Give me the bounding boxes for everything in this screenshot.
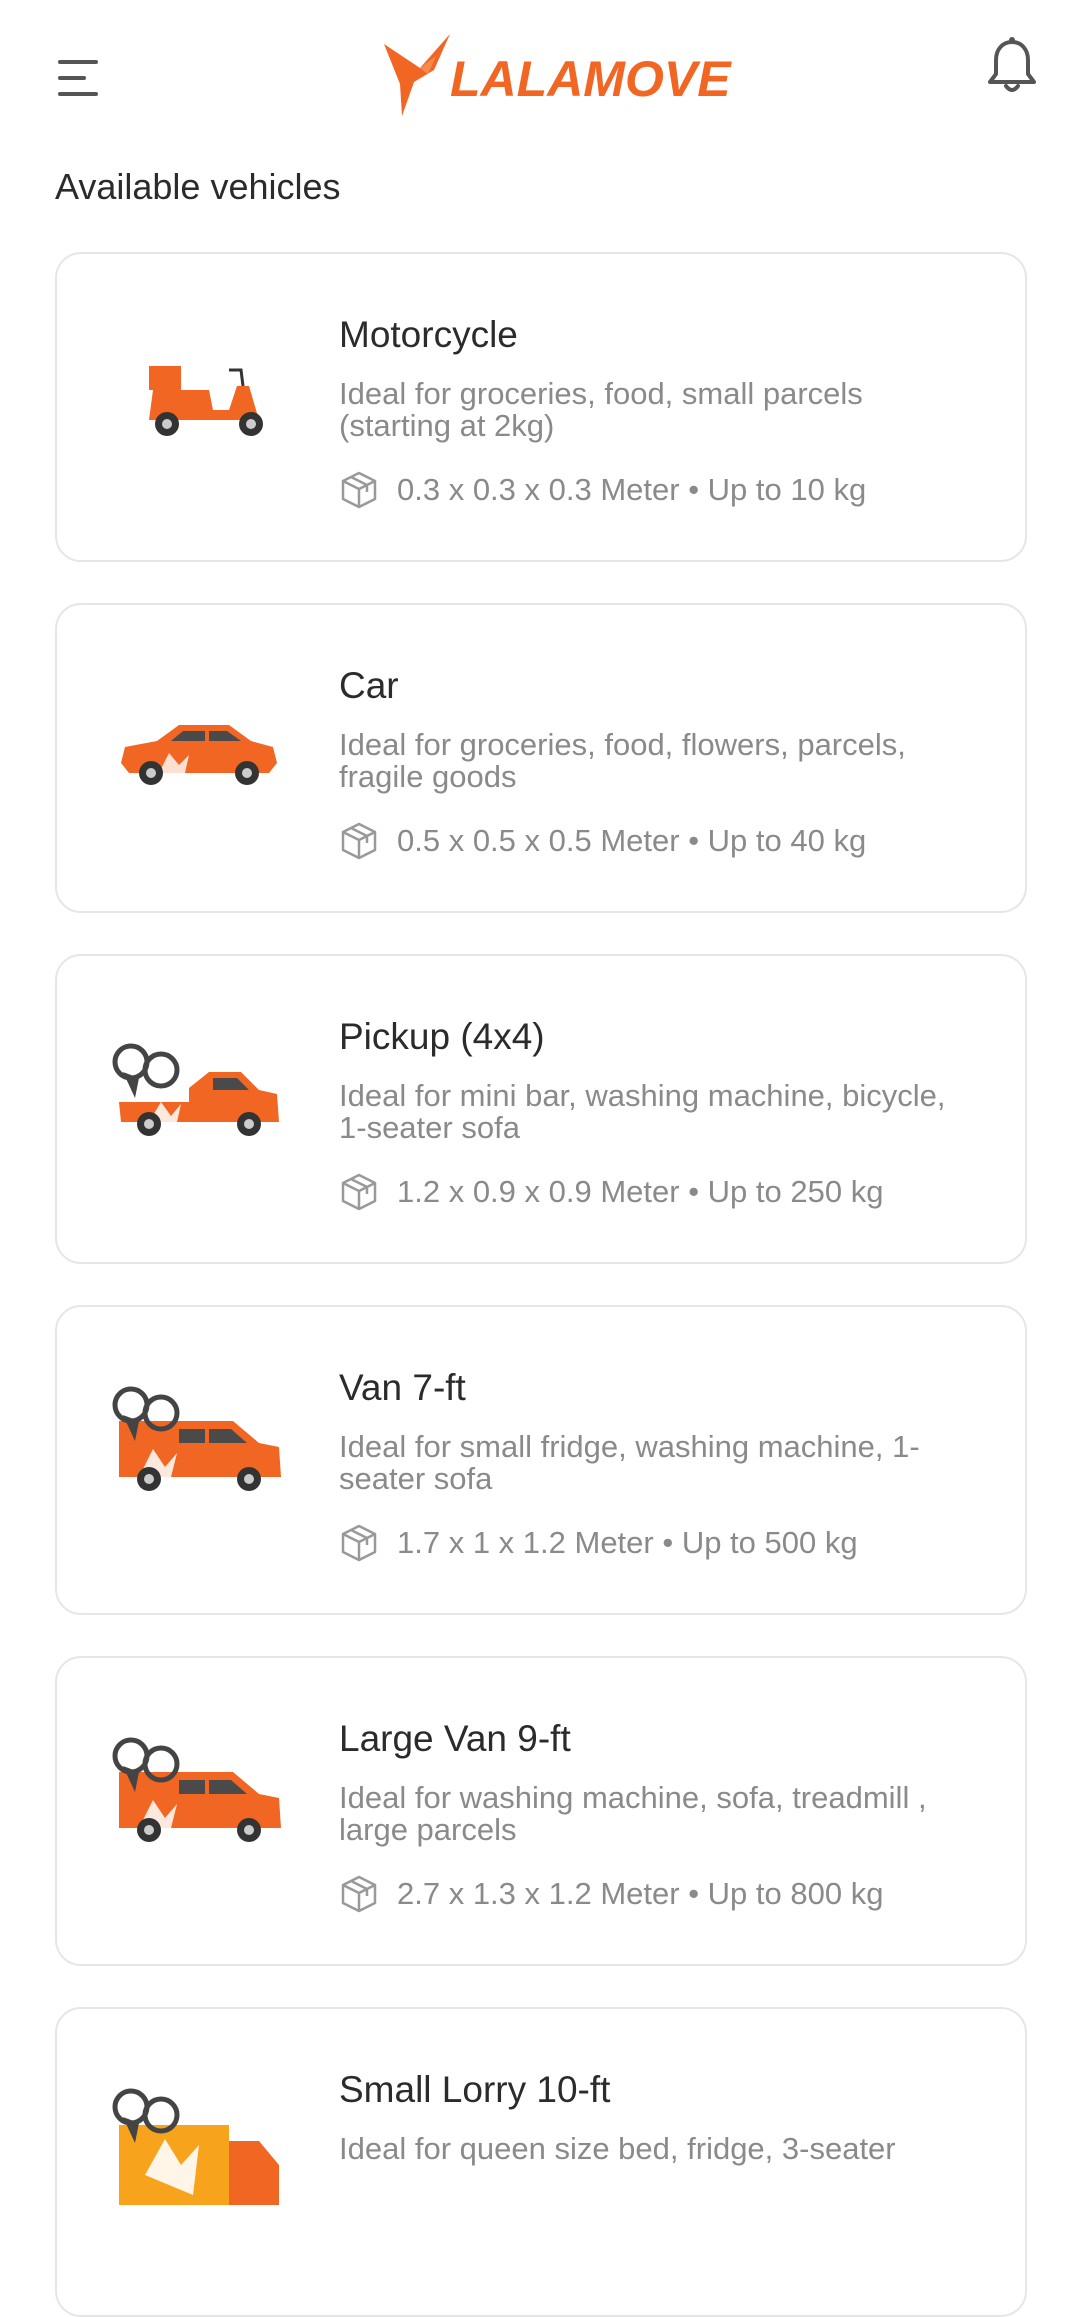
vehicle-description: Ideal for mini bar, washing machine, bic… (339, 1078, 946, 1145)
vehicle-card-car[interactable]: Car Ideal for groceries, food, flowers, … (55, 603, 1027, 913)
vehicle-card-van[interactable]: Van 7-ft Ideal for small fridge, washing… (55, 1305, 1027, 1615)
vehicle-name: Van 7-ft (339, 1367, 466, 1408)
car-icon (109, 681, 285, 811)
vehicle-spec-text: 0.5 x 0.5 x 0.5 Meter • Up to 40 kg (397, 823, 867, 858)
pickup-truck-icon (109, 1032, 285, 1162)
vehicle-description: Ideal for washing machine, sofa, treadmi… (339, 1780, 927, 1847)
vehicle-spec: 2.7 x 1.3 x 1.2 Meter • Up to 800 kg (339, 1874, 883, 1914)
vehicle-spec-text: 2.7 x 1.3 x 1.2 Meter • Up to 800 kg (397, 1876, 884, 1911)
vehicle-spec: 0.5 x 0.5 x 0.5 Meter • Up to 40 kg (339, 821, 866, 861)
vehicle-description: Ideal for groceries, food, flowers, parc… (339, 727, 906, 794)
box-icon (341, 1173, 377, 1211)
vehicle-description: Ideal for small fridge, washing machine,… (339, 1429, 920, 1496)
vehicle-description: Ideal for queen size bed, fridge, 3-seat… (339, 2131, 896, 2166)
section-title: Available vehicles (55, 166, 341, 207)
app-header: LALAMOVE (0, 0, 1080, 150)
vehicle-spec-text: 1.7 x 1 x 1.2 Meter • Up to 500 kg (397, 1525, 858, 1560)
van-icon (109, 1383, 285, 1513)
hamburger-menu-icon[interactable] (56, 56, 100, 100)
vehicle-spec: 0.3 x 0.3 x 0.3 Meter • Up to 10 kg (339, 470, 866, 510)
box-icon (341, 471, 377, 509)
vehicle-description: Ideal for groceries, food, small parcels… (339, 376, 863, 443)
vehicle-name: Car (339, 665, 399, 706)
box-icon (341, 1524, 377, 1562)
vehicle-name: Motorcycle (339, 314, 518, 355)
vehicle-card-large-van[interactable]: Large Van 9-ft Ideal for washing machine… (55, 1656, 1027, 1966)
vehicle-card-pickup[interactable]: Pickup (4x4) Ideal for mini bar, washing… (55, 954, 1027, 1264)
vehicle-card-motorcycle[interactable]: Motorcycle Ideal for groceries, food, sm… (55, 252, 1027, 562)
vehicle-spec-text: 1.2 x 0.9 x 0.9 Meter • Up to 250 kg (397, 1174, 884, 1209)
vehicle-name: Small Lorry 10-ft (339, 2069, 611, 2110)
vehicle-name: Large Van 9-ft (339, 1718, 571, 1759)
vehicle-spec: 1.2 x 0.9 x 0.9 Meter • Up to 250 kg (339, 1172, 883, 1212)
vehicle-name: Pickup (4x4) (339, 1016, 545, 1057)
vehicle-spec-text: 0.3 x 0.3 x 0.3 Meter • Up to 10 kg (397, 472, 867, 507)
motorcycle-icon (109, 330, 285, 460)
box-icon (341, 1875, 377, 1913)
brand-name: LALAMOVE (450, 51, 731, 107)
large-van-icon (109, 1734, 285, 1864)
bell-icon[interactable] (984, 36, 1040, 96)
box-icon (341, 822, 377, 860)
vehicle-spec: 1.7 x 1 x 1.2 Meter • Up to 500 kg (339, 1523, 858, 1563)
small-lorry-icon (109, 2085, 285, 2215)
lalamove-logo: LALAMOVE (380, 30, 731, 126)
vehicle-card-small-lorry[interactable]: Small Lorry 10-ft Ideal for queen size b… (55, 2007, 1027, 2317)
